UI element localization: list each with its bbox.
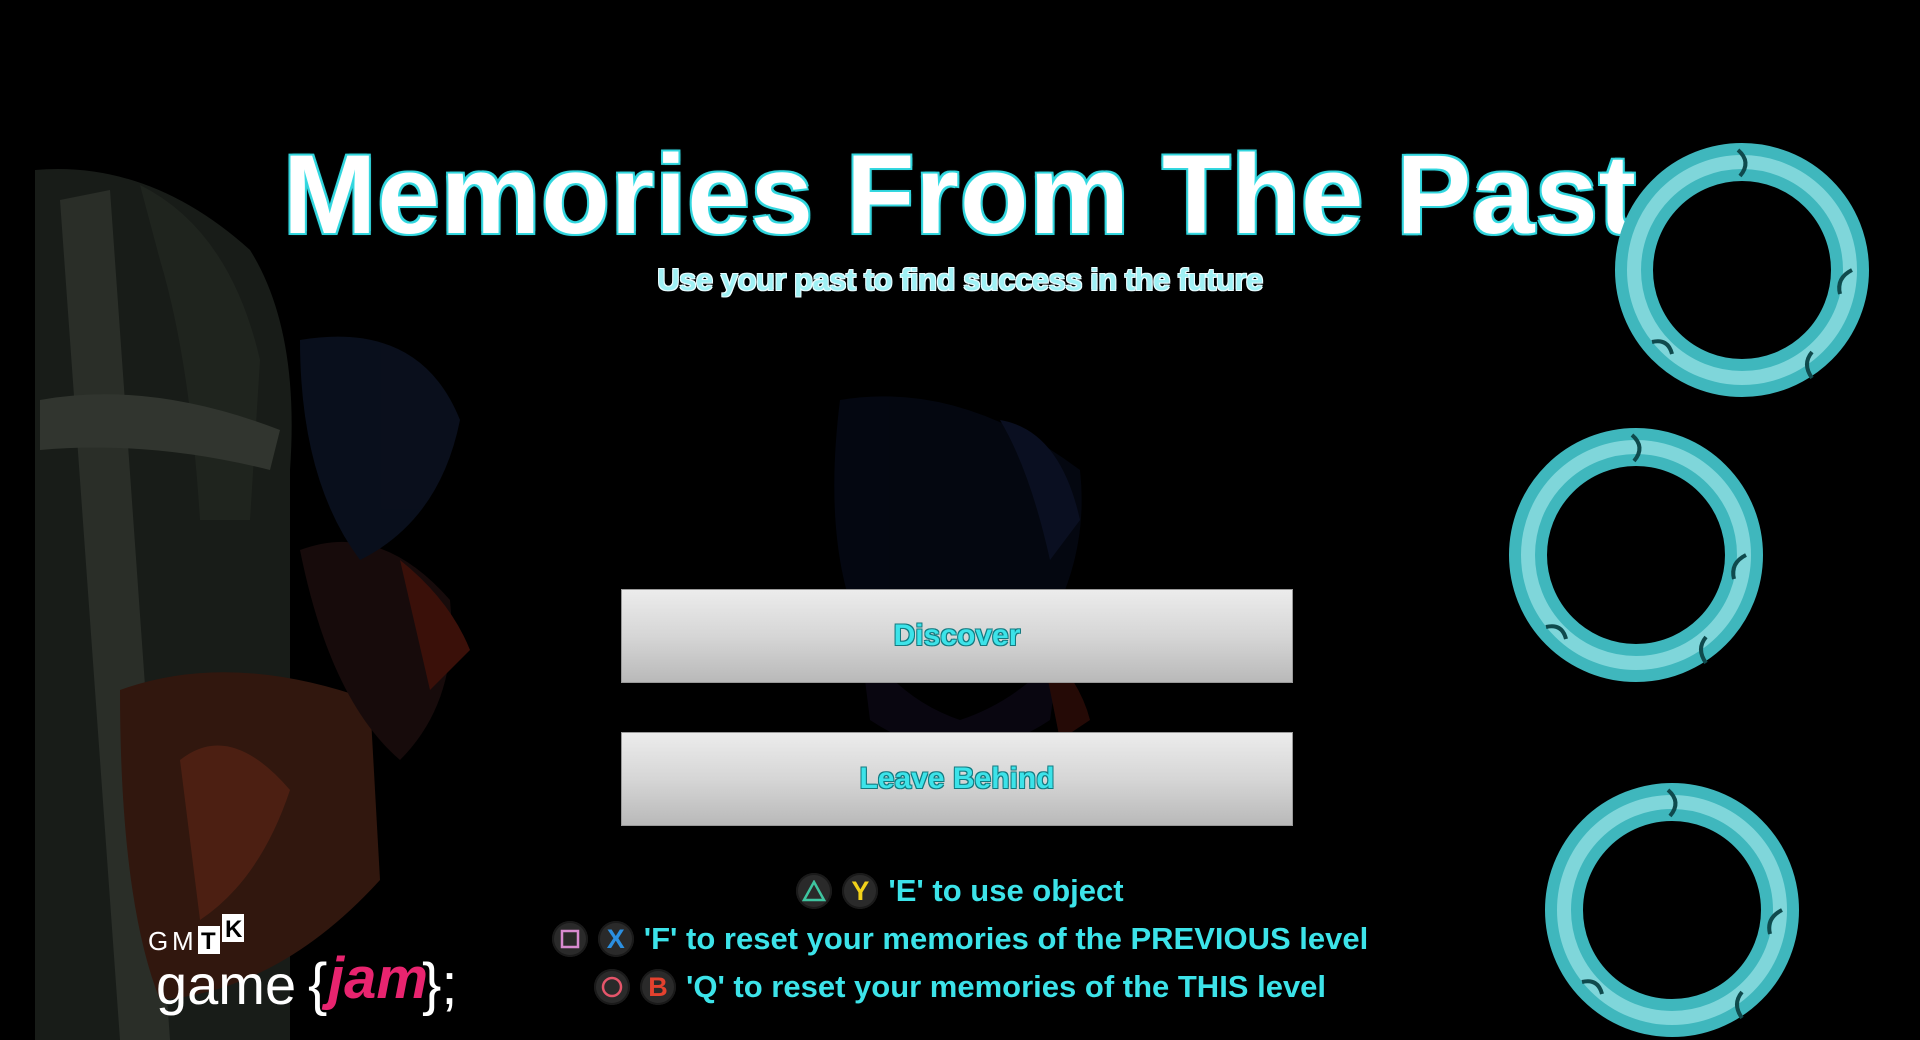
xbox-y-button-icon: Y <box>842 873 879 909</box>
gmtk-game-jam-logo: G M T K game { jam }; <box>148 914 458 1017</box>
hint-text: 'F' to reset your memories of the PREVIO… <box>643 921 1369 956</box>
triangle-icon <box>796 873 833 909</box>
logo-brace-open: { <box>308 952 327 1017</box>
xbox-b-button-icon: B <box>639 969 676 1005</box>
hint-text: 'Q' to reset your memories of the THIS l… <box>685 969 1327 1004</box>
discover-button[interactable]: Discover <box>621 589 1293 683</box>
logo-m: M <box>172 926 194 956</box>
xbox-x-button-icon: X <box>597 921 634 957</box>
teal-ring-icon <box>1509 428 1763 682</box>
square-icon <box>551 921 588 957</box>
circle-icon <box>593 969 630 1005</box>
logo-k: K <box>225 916 243 943</box>
logo-brace-close: }; <box>422 952 458 1017</box>
teal-ring-icon <box>1545 783 1799 1037</box>
logo-g: G <box>148 926 170 956</box>
logo-t: T <box>201 928 216 955</box>
leave-behind-button[interactable]: Leave Behind <box>621 732 1293 826</box>
teal-ring-icon <box>1615 143 1869 397</box>
logo-game: game <box>156 953 296 1016</box>
hint-text: 'E' to use object <box>888 873 1124 908</box>
logo-jam: jam <box>321 946 428 1011</box>
